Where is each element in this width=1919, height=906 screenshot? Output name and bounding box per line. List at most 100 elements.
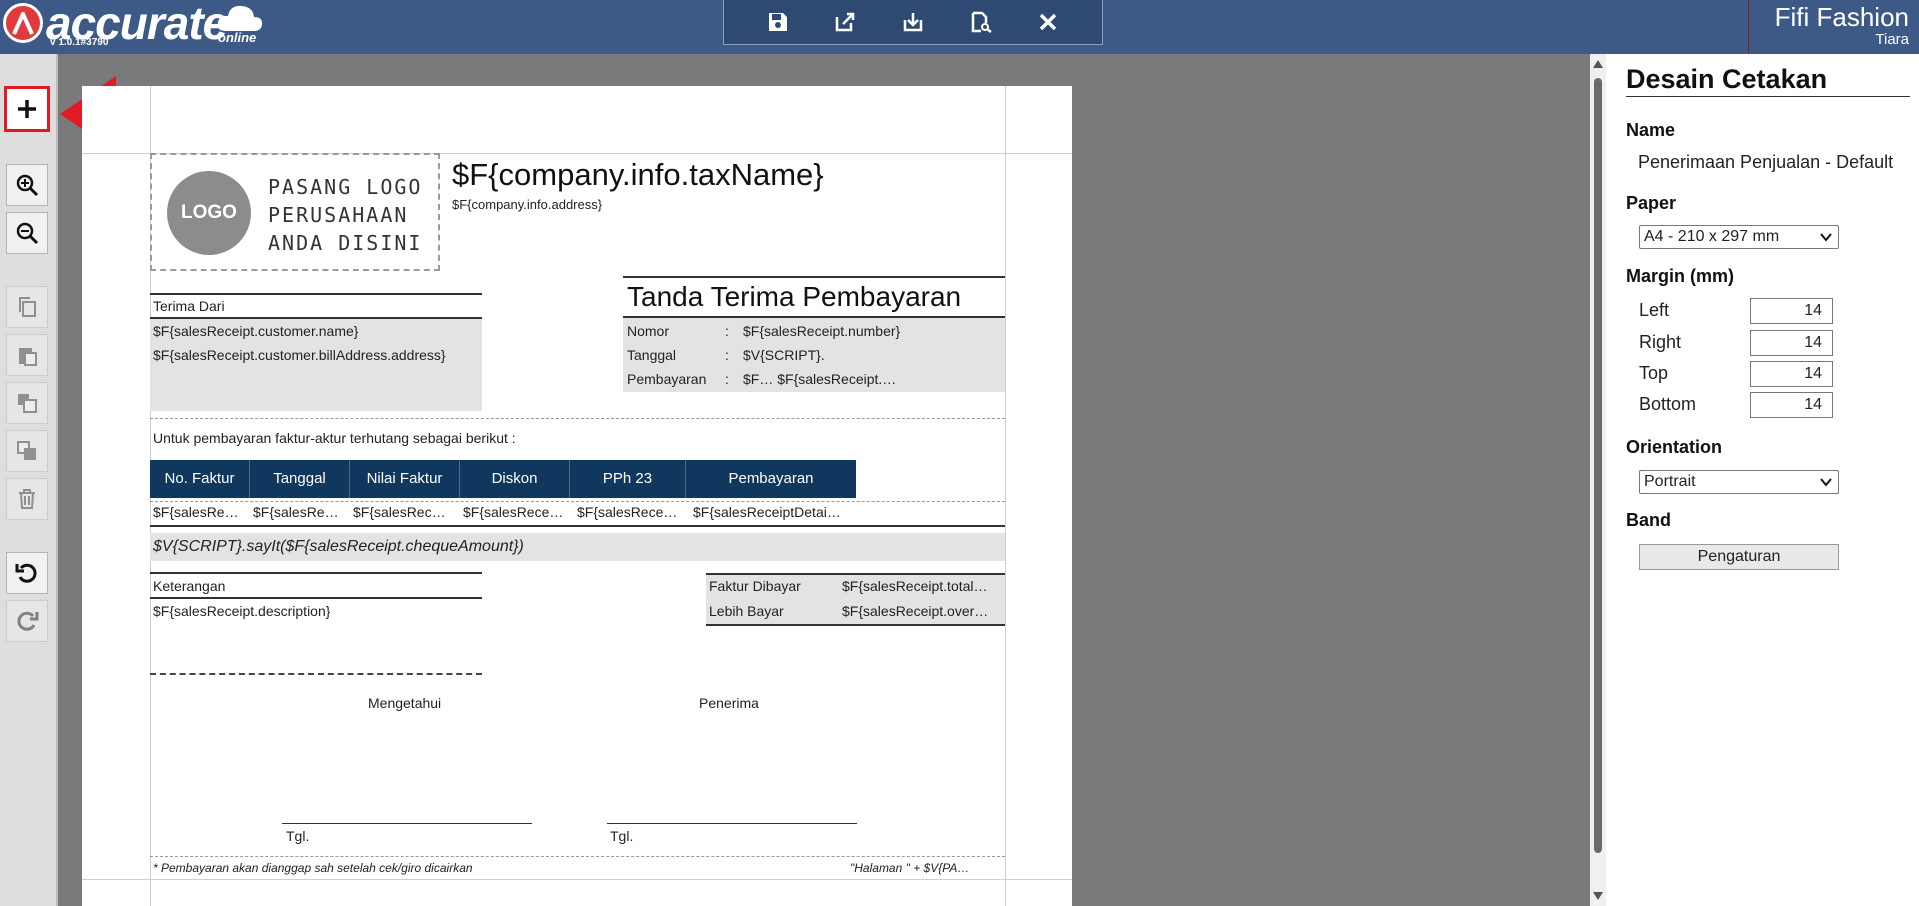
info-value-date[interactable]: $V{SCRIPT}.: [743, 347, 1003, 363]
column-header[interactable]: Tanggal: [250, 460, 350, 498]
table-cell[interactable]: $F{salesRe…: [153, 504, 249, 520]
save-icon: [768, 13, 787, 31]
document-title[interactable]: Tanda Terima Pembayaran: [627, 281, 961, 313]
name-label: Name: [1626, 120, 1676, 140]
notes-value[interactable]: $F{salesReceipt.description}: [153, 603, 330, 619]
paid-value[interactable]: $F{salesReceipt.total…: [842, 578, 1002, 594]
scroll-down-icon[interactable]: [1593, 892, 1603, 900]
bring-front-button[interactable]: [6, 382, 48, 424]
invoice-table-header: No. Faktur Tanggal Nilai Faktur Diskon P…: [150, 460, 856, 498]
tool-sidebar: [0, 54, 58, 906]
footer-note[interactable]: * Pembayaran akan dianggap sah setelah c…: [153, 861, 473, 875]
preview-button[interactable]: [964, 5, 998, 39]
column-header[interactable]: Pembayaran: [686, 460, 856, 498]
export-icon: [836, 12, 855, 32]
bring-front-icon: [18, 394, 37, 413]
undo-icon: [15, 563, 37, 583]
table-cell[interactable]: $F{salesReceiptDetai…: [693, 504, 857, 520]
company-tax-name[interactable]: $F{company.info.taxName}: [452, 157, 824, 193]
notes-label[interactable]: Keterangan: [153, 578, 225, 594]
copy-button[interactable]: [6, 286, 48, 328]
column-header[interactable]: No. Faktur: [150, 460, 250, 498]
margin-top-label: Top: [1639, 363, 1669, 383]
margin-bottom-input[interactable]: 14: [1750, 392, 1833, 418]
sign-date-right[interactable]: Tgl.: [610, 828, 633, 844]
chevron-down-icon: [1820, 233, 1832, 242]
scroll-thumb[interactable]: [1594, 78, 1602, 853]
app-version: v 1.0.1#3790: [50, 37, 109, 48]
overpay-label[interactable]: Lebih Bayar: [709, 603, 784, 619]
close-icon: [1039, 13, 1057, 31]
customer-address-field[interactable]: $F{salesReceipt.customer.billAddress.add…: [153, 347, 481, 363]
close-button[interactable]: [1031, 5, 1065, 39]
panel-scrollbar[interactable]: [1590, 54, 1606, 906]
app-header: accurate online v 1.0.1#3790 Fifi Fashio…: [0, 0, 1919, 54]
info-value-number[interactable]: $F{salesReceipt.number}: [743, 323, 1003, 339]
sign-acknowledge-label[interactable]: Mengetahui: [368, 695, 441, 711]
notes-rule: [150, 597, 482, 599]
send-back-button[interactable]: [6, 430, 48, 472]
preview-icon: [971, 11, 992, 33]
intro-text[interactable]: Untuk pembayaran faktur-aktur terhutang …: [153, 430, 516, 446]
info-value-payment[interactable]: $F… $F{salesReceipt.…: [743, 371, 1003, 387]
band-label: Band: [1626, 510, 1671, 530]
notes-rule-bottom: [150, 673, 482, 675]
paid-label[interactable]: Faktur Dibayar: [709, 578, 801, 594]
logo-instructions: PASANG LOGO PERUSAHAAN ANDA DISINI: [268, 175, 423, 255]
customer-name-field[interactable]: $F{salesReceipt.customer.name}: [153, 323, 481, 339]
import-icon: [903, 13, 923, 32]
paper-select[interactable]: A4 - 210 x 297 mm: [1639, 225, 1839, 249]
footer-page-number[interactable]: "Halaman " + $V{PA…: [850, 861, 1002, 875]
add-icon: [18, 100, 36, 118]
sign-line-right: [607, 823, 857, 824]
table-cell[interactable]: $F{salesRe…: [253, 504, 349, 520]
orientation-select[interactable]: Portrait: [1639, 470, 1839, 494]
info-label-date[interactable]: Tanggal: [627, 347, 676, 363]
totals-rule-bottom: [706, 624, 1005, 626]
section-divider: [150, 418, 1005, 419]
overpay-value[interactable]: $F{salesReceipt.over…: [842, 603, 1002, 619]
header-divider: [1748, 0, 1749, 54]
panel-title: Desain Cetakan: [1626, 64, 1828, 94]
margin-right-input[interactable]: 14: [1750, 330, 1833, 356]
redo-button[interactable]: [6, 600, 48, 642]
table-cell[interactable]: $F{salesRece…: [463, 504, 569, 520]
zoom-out-button[interactable]: [6, 212, 48, 254]
scroll-up-icon[interactable]: [1593, 60, 1603, 68]
title-rule-top: [623, 276, 1005, 278]
margin-right-label: Right: [1639, 332, 1682, 352]
sign-line-left: [282, 823, 532, 824]
table-cell[interactable]: $F{salesRece…: [577, 504, 687, 520]
band-settings-button[interactable]: Pengaturan: [1639, 544, 1839, 570]
table-cell[interactable]: $F{salesRec…: [353, 504, 459, 520]
info-colon: :: [725, 323, 729, 339]
export-button[interactable]: [828, 5, 862, 39]
save-button[interactable]: [761, 5, 795, 39]
logo-placeholder[interactable]: LOGO PASANG LOGO PERUSAHAAN ANDA DISINI: [150, 153, 440, 271]
zoom-out-icon: [16, 222, 39, 245]
import-button[interactable]: [896, 5, 930, 39]
column-header[interactable]: Diskon: [460, 460, 570, 498]
design-page[interactable]: LOGO PASANG LOGO PERUSAHAAN ANDA DISINI …: [82, 86, 1072, 906]
receive-from-label[interactable]: Terima Dari: [153, 298, 225, 314]
page-guide-bottom: [82, 879, 1072, 880]
paste-button[interactable]: [6, 334, 48, 376]
sign-date-left[interactable]: Tgl.: [286, 828, 309, 844]
sign-receiver-label[interactable]: Penerima: [699, 695, 759, 711]
column-header[interactable]: PPh 23: [570, 460, 686, 498]
margin-left-input[interactable]: 14: [1750, 298, 1833, 324]
info-label-payment[interactable]: Pembayaran: [627, 371, 706, 387]
properties-panel: Desain Cetakan Name Penerimaan Penjualan…: [1606, 54, 1919, 906]
notes-rule-top: [150, 572, 482, 574]
amount-in-words[interactable]: $V{SCRIPT}.sayIt($F{salesReceipt.chequeA…: [150, 533, 1005, 561]
column-header[interactable]: Nilai Faktur: [350, 460, 460, 498]
company-address[interactable]: $F{company.info.address}: [452, 197, 602, 212]
undo-button[interactable]: [6, 552, 48, 594]
info-label-number[interactable]: Nomor: [627, 323, 669, 339]
margin-top-input[interactable]: 14: [1750, 361, 1833, 387]
delete-button[interactable]: [6, 478, 48, 520]
logo-badge: LOGO: [167, 171, 251, 255]
table-row-bottom: [150, 525, 1005, 527]
add-element-button[interactable]: [4, 86, 50, 132]
zoom-in-button[interactable]: [6, 164, 48, 206]
